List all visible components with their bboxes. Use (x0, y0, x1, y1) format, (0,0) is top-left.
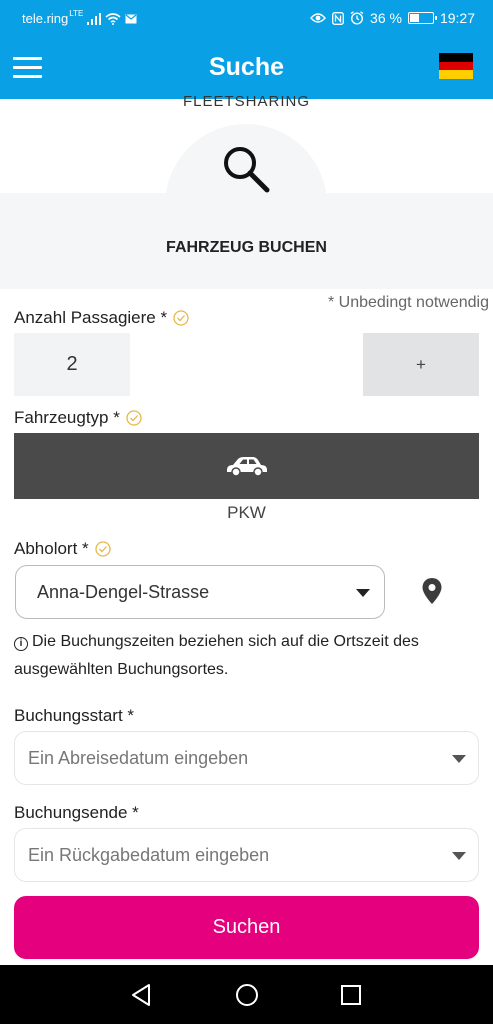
pickup-location-select[interactable]: Anna-Dengel-Strasse (15, 565, 385, 619)
eye-icon (310, 13, 326, 23)
mail-icon (125, 14, 137, 23)
vehicle-type-option-car[interactable] (14, 433, 479, 499)
booking-start-label: Buchungsstart * (14, 706, 135, 725)
info-icon: i (14, 637, 28, 651)
search-icon (224, 147, 270, 193)
nfc-icon (332, 11, 344, 25)
vehicle-type-label: Fahrzeugtyp * (14, 408, 120, 427)
alarm-icon (350, 11, 364, 25)
required-note: * Unbedingt notwendig (327, 294, 489, 311)
battery-icon (407, 12, 437, 24)
chevron-down-icon (452, 755, 466, 763)
booking-start-label-row: Buchungsstart * (14, 706, 134, 726)
passengers-label: Anzahl Passagiere * (14, 308, 168, 327)
network-type: LTE (69, 9, 84, 18)
section-heading: FAHRZEUG BUCHEN (166, 239, 327, 256)
pickup-label: Abholort * (14, 539, 89, 558)
vehicle-type-value: PKW (227, 503, 266, 522)
clock: 19:27 (439, 10, 475, 26)
booking-end-label-row: Buchungsende * (14, 803, 139, 823)
status-bar: tele.ring LTE 36 % 19:27 (0, 0, 493, 36)
checkmark-circle-icon (173, 310, 189, 326)
signal-icon (87, 12, 102, 25)
checkmark-circle-icon (126, 410, 142, 426)
checkmark-circle-icon (95, 541, 111, 557)
chevron-down-icon (452, 852, 466, 860)
pickup-label-row: Abholort * (14, 539, 111, 559)
home-circle-icon[interactable] (235, 983, 259, 1007)
car-icon (226, 457, 267, 477)
battery-percentage: 36 % (370, 10, 402, 26)
passenger-count: 2 (14, 333, 130, 396)
system-nav-bar (0, 965, 493, 1024)
booking-end-label: Buchungsende * (14, 803, 139, 822)
timezone-info: i Die Buchungszeiten beziehen sich auf di… (14, 628, 484, 684)
germany-flag-icon[interactable] (439, 53, 473, 79)
passengers-label-row: Anzahl Passagiere * (14, 308, 189, 328)
carrier-name: tele.ring (22, 11, 69, 26)
hero-section: FLEETSHARING FAHRZEUG BUCHEN (0, 93, 493, 289)
wifi-icon (105, 12, 121, 25)
booking-end-field[interactable]: Ein Rückgabedatum eingeben (14, 828, 479, 882)
booking-end-placeholder: Ein Rückgabedatum eingeben (28, 845, 270, 865)
timezone-info-text: Die Buchungszeiten beziehen sich auf die… (14, 633, 419, 678)
location-pin-icon[interactable] (421, 577, 443, 605)
vehicle-type-label-row: Fahrzeugtyp * (14, 408, 142, 428)
booking-start-field[interactable]: Ein Abreisedatum eingeben (14, 731, 479, 785)
increment-passengers-button[interactable]: + (363, 333, 479, 396)
brand-name: FLEETSHARING (182, 93, 311, 110)
pickup-location-value: Anna-Dengel-Strasse (37, 582, 210, 602)
booking-start-placeholder: Ein Abreisedatum eingeben (28, 748, 249, 768)
chevron-down-icon (356, 589, 370, 597)
search-button[interactable]: Suchen (14, 896, 479, 959)
page-title: Suche (208, 53, 285, 81)
back-triangle-icon[interactable] (130, 983, 152, 1007)
app-bar: Suche (0, 36, 493, 99)
recents-square-icon[interactable] (340, 984, 362, 1006)
